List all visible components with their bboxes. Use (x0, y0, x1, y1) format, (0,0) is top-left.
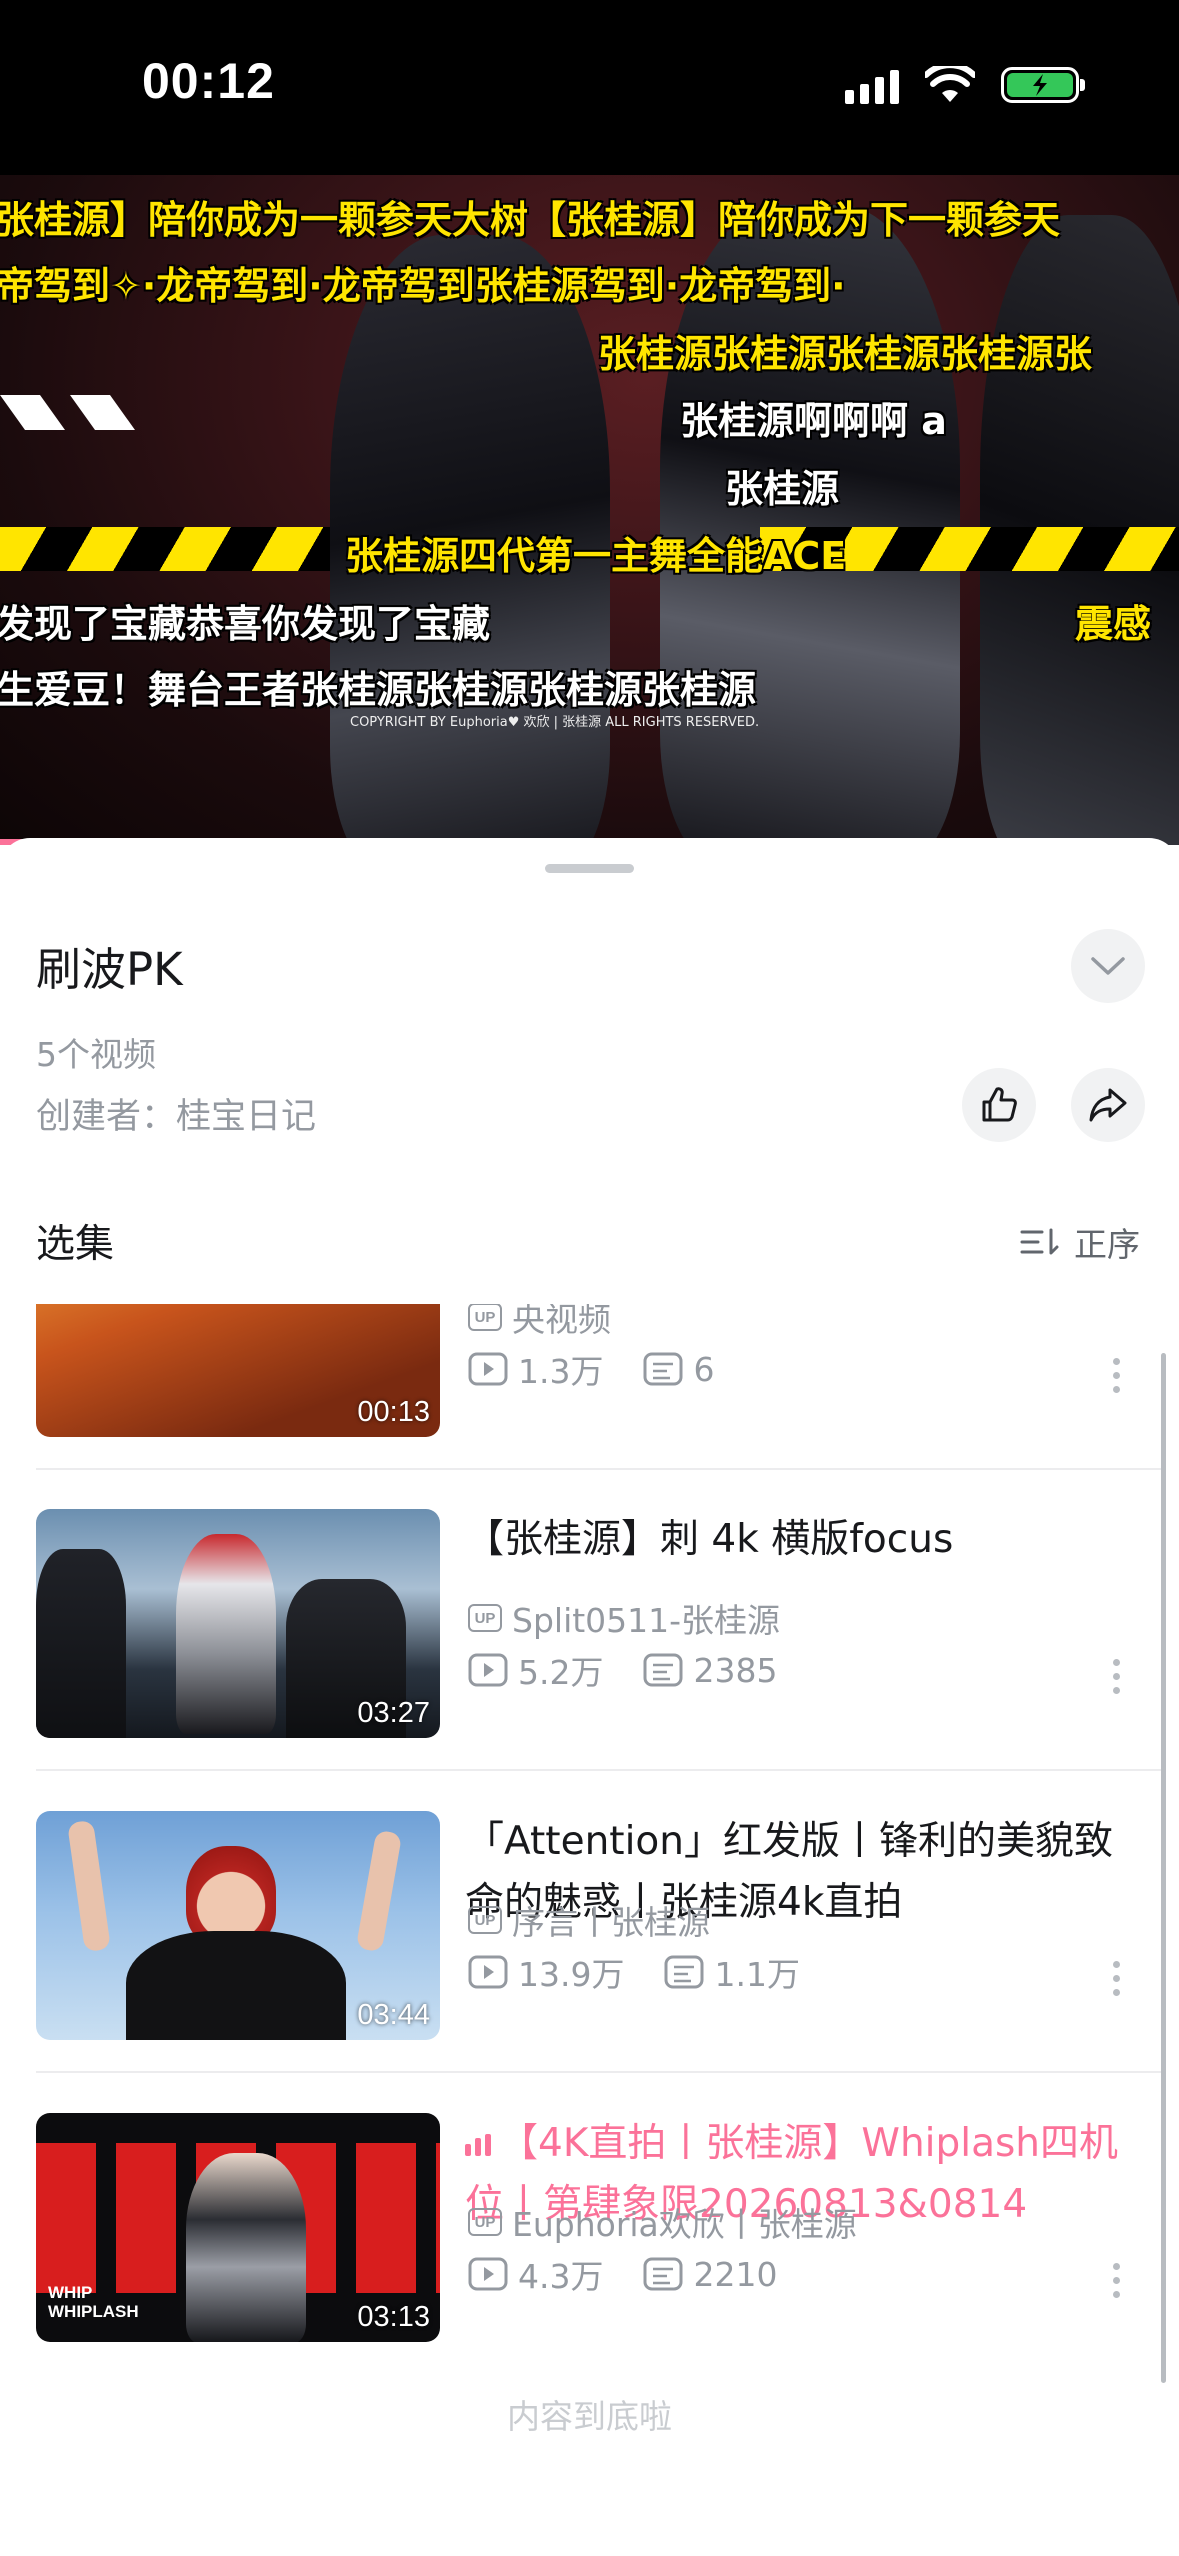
uploader-icon: UP (468, 1604, 502, 1632)
thumbs-up-icon (982, 1087, 1017, 1122)
sort-icon (1020, 1228, 1059, 1255)
danmaku-comment: 张桂源】陪你成为一颗参天大树【张桂源】陪你成为下一颗参天 (0, 198, 1061, 242)
now-playing-icon (465, 2134, 491, 2156)
episode-thumbnail: 00:13 (36, 1304, 440, 1437)
more-options-icon[interactable] (1111, 1358, 1121, 1393)
duration-label: 03:27 (357, 1697, 430, 1729)
view-count: 1.3万 (518, 1352, 604, 1391)
danmaku-count-icon (643, 2257, 683, 2291)
episode-thumbnail: 03:44 (36, 1811, 440, 2040)
uploader-name: Split0511-张桂源 (512, 1601, 781, 1640)
more-options-icon[interactable] (1111, 2263, 1121, 2298)
duration-label: 03:44 (357, 1999, 430, 2031)
danmaku-comment: 张桂源啊啊啊 a (680, 399, 947, 443)
episode-item[interactable]: 03:27 【张桂源】刺 4k 横版focus UP Split0511-张桂源… (0, 1469, 1179, 1771)
list-scrollbar[interactable] (1161, 1353, 1166, 2383)
view-count: 4.3万 (518, 2257, 604, 2296)
status-bar: 00:12 (0, 0, 1179, 175)
collection-title: 刷波PK (36, 943, 183, 996)
danmaku-count: 2385 (693, 1650, 778, 1690)
episode-list[interactable]: 00:13 UP 央视频 1.3万 6 03:27 【张桂源】刺 4k 横版fo… (0, 1304, 1179, 2404)
danmaku-count-icon (664, 1955, 704, 1989)
danmaku-stripe (0, 395, 135, 430)
danmaku-count: 2210 (693, 2254, 778, 2294)
cellular-signal-icon (845, 66, 899, 104)
play-count-icon (468, 2257, 508, 2291)
video-player[interactable]: 张桂源】陪你成为一颗参天大树【张桂源】陪你成为下一颗参天 帝驾到✧·龙帝驾到·龙… (0, 175, 1179, 845)
end-of-list-text: 内容到底啦 (507, 2397, 672, 2436)
video-watermark: COPYRIGHT BY Euphoria♥ 欢欣 | 张桂源 ALL RIGH… (350, 715, 760, 730)
duration-label: 00:13 (357, 1396, 430, 1428)
danmaku-count-icon (643, 1653, 683, 1687)
sort-label: 正序 (1074, 1225, 1140, 1264)
creator-info[interactable]: 创建者：桂宝日记 (36, 1088, 316, 1139)
collapse-button[interactable] (1071, 929, 1145, 1003)
uploader-name: 序言丨张桂源 (512, 1903, 710, 1942)
episode-item-playing[interactable]: WHIP WHIPLASH 03:13 【4K直拍丨张桂源】Whiplash四机位… (0, 2073, 1179, 2375)
view-count: 5.2万 (518, 1653, 604, 1692)
uploader-name: 央视频 (512, 1304, 611, 1339)
danmaku-stripe (0, 527, 330, 571)
wifi-icon (925, 66, 975, 102)
episode-thumbnail: 03:27 (36, 1509, 440, 1738)
danmaku-comment: 震感 (1075, 602, 1152, 646)
play-count-icon (468, 1352, 508, 1386)
play-count-icon (468, 1955, 508, 1989)
danmaku-comment: 帝驾到✧·龙帝驾到·龙帝驾到张桂源驾到·龙帝驾到· (0, 264, 846, 308)
danmaku-comment: 张桂源四代第一主舞全能ACE (345, 534, 847, 578)
danmaku-comment: 张桂源张桂源张桂源张桂源张 (598, 332, 1093, 376)
uploader-icon: UP (468, 1304, 502, 1331)
danmaku-count: 1.1万 (714, 1955, 800, 1994)
episode-title: 【张桂源】刺 4k 横版focus (465, 1517, 954, 1562)
video-count: 5个视频 (36, 1035, 156, 1074)
danmaku-count: 6 (693, 1349, 715, 1389)
sheet-drag-handle[interactable] (545, 864, 634, 873)
duration-label: 03:13 (357, 2301, 430, 2333)
share-icon (1089, 1088, 1127, 1122)
more-options-icon[interactable] (1111, 1961, 1121, 1996)
chevron-down-icon (1091, 957, 1125, 975)
episodes-label: 选集 (36, 1222, 115, 1267)
danmaku-comment: 张桂源 (725, 467, 840, 511)
status-time: 00:12 (142, 53, 275, 109)
danmaku-comment: 发现了宝藏恭喜你发现了宝藏 (0, 602, 491, 646)
sort-button[interactable]: 正序 (1020, 1218, 1140, 1266)
collection-sheet: 刷波PK 5个视频 创建者：桂宝日记 选集 正序 00:13 UP 央视频 1.… (0, 838, 1179, 2556)
uploader-icon: UP (468, 2208, 502, 2236)
uploader-icon: UP (468, 1906, 502, 1934)
more-options-icon[interactable] (1111, 1659, 1121, 1694)
episode-thumbnail: WHIP WHIPLASH 03:13 (36, 2113, 440, 2342)
uploader-name: Euphoria欢欣丨张桂源 (512, 2205, 857, 2244)
episode-item[interactable]: 03:44 「Attention」红发版丨锋利的美貌致命的魅惑丨张桂源4k直拍 … (0, 1771, 1179, 2073)
battery-charging-icon (1001, 67, 1085, 103)
danmaku-count-icon (643, 1352, 683, 1386)
danmaku-comment: 生爱豆！舞台王者张桂源张桂源张桂源张桂源 (0, 668, 757, 712)
play-count-icon (468, 1653, 508, 1687)
episode-item[interactable]: 00:13 UP 央视频 1.3万 6 (0, 1304, 1179, 1470)
view-count: 13.9万 (518, 1955, 625, 1994)
share-button[interactable] (1071, 1068, 1145, 1142)
like-button[interactable] (962, 1068, 1036, 1142)
